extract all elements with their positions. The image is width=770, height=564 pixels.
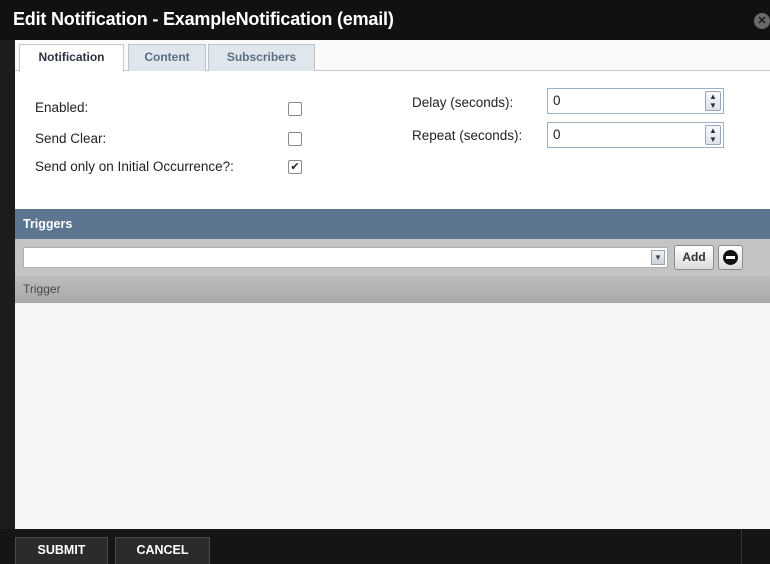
close-icon[interactable]: ✕	[754, 13, 770, 29]
trigger-column-header[interactable]: Trigger	[15, 276, 770, 303]
tab-content[interactable]: Content	[128, 44, 206, 71]
dialog-footer: SUBMIT CANCEL	[0, 529, 770, 564]
delay-spinner[interactable]: ▲ ▼	[705, 91, 721, 111]
remove-trigger-button[interactable]	[718, 245, 743, 270]
trigger-select[interactable]: ▼	[23, 247, 668, 268]
enabled-label: Enabled:	[35, 100, 89, 115]
trigger-toolbar: ▼ Add	[15, 239, 770, 276]
delay-value: 0	[553, 93, 561, 108]
trigger-grid	[15, 303, 770, 529]
send-clear-checkbox[interactable]	[288, 132, 302, 146]
tab-bar: Notification Content Subscribers	[15, 40, 770, 72]
repeat-spinner[interactable]: ▲ ▼	[705, 125, 721, 145]
dialog-body: Notification Content Subscribers Enabled…	[15, 40, 770, 529]
dialog-title: Edit Notification - ExampleNotification …	[13, 9, 394, 29]
submit-button[interactable]: SUBMIT	[15, 537, 108, 564]
chevron-up-icon[interactable]: ▲	[706, 126, 720, 135]
add-trigger-button[interactable]: Add	[674, 245, 714, 270]
dialog-titlebar: Edit Notification - ExampleNotification …	[0, 0, 770, 40]
chevron-down-icon[interactable]: ▼	[651, 250, 665, 265]
chevron-up-icon[interactable]: ▲	[706, 92, 720, 101]
repeat-value: 0	[553, 127, 561, 142]
enabled-checkbox[interactable]	[288, 102, 302, 116]
delay-label: Delay (seconds):	[412, 95, 514, 110]
send-initial-checkbox[interactable]: ✔	[288, 160, 302, 174]
cancel-button[interactable]: CANCEL	[115, 537, 210, 564]
chevron-down-icon[interactable]: ▼	[706, 135, 720, 144]
send-clear-label: Send Clear:	[35, 131, 107, 146]
tab-subscribers[interactable]: Subscribers	[208, 44, 315, 71]
repeat-label: Repeat (seconds):	[412, 128, 523, 143]
checkmark-icon: ✔	[290, 161, 300, 173]
triggers-header: Triggers	[15, 209, 770, 239]
send-initial-label: Send only on Initial Occurrence?:	[35, 159, 234, 174]
chevron-down-icon[interactable]: ▼	[706, 101, 720, 110]
delay-input[interactable]: 0 ▲ ▼	[547, 88, 724, 114]
tab-notification[interactable]: Notification	[19, 44, 124, 72]
footer-divider	[741, 529, 742, 564]
remove-icon	[723, 250, 738, 265]
repeat-input[interactable]: 0 ▲ ▼	[547, 122, 724, 148]
edit-notification-dialog: Edit Notification - ExampleNotification …	[0, 0, 770, 564]
